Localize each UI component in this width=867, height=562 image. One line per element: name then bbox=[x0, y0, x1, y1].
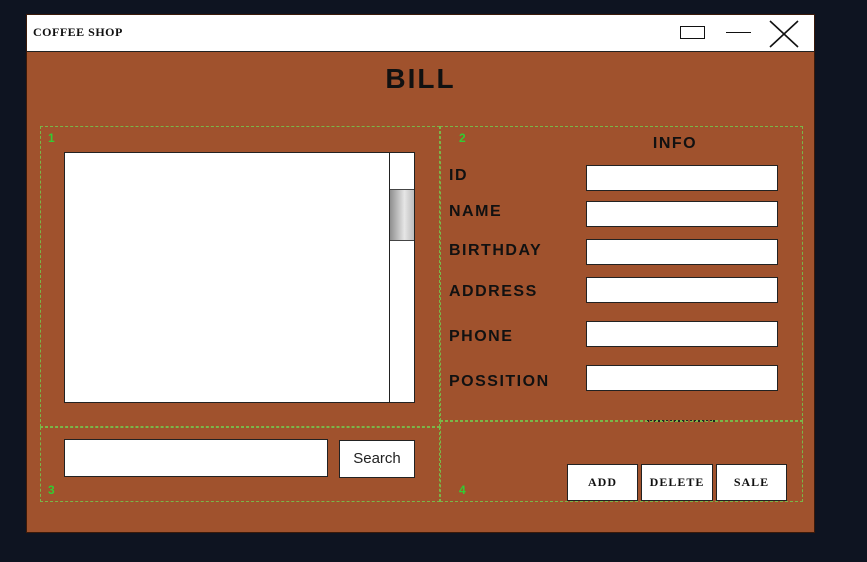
id-field[interactable] bbox=[586, 165, 778, 191]
list-scrollbar[interactable] bbox=[389, 152, 415, 403]
name-field[interactable] bbox=[586, 201, 778, 227]
delete-button[interactable]: DELETE bbox=[641, 464, 713, 501]
search-input[interactable] bbox=[64, 439, 328, 477]
coffee-shop-window: COFFEE SHOP BILL 1 2 INFO ID NAME BIRTHD… bbox=[26, 14, 815, 533]
title-bar: COFFEE SHOP bbox=[27, 15, 814, 52]
region-number-4: 4 bbox=[459, 483, 466, 497]
address-label: ADDRESS bbox=[449, 283, 538, 300]
position-label: POSSITION bbox=[449, 373, 550, 390]
region-number-1: 1 bbox=[48, 131, 55, 145]
page-title: BILL bbox=[385, 63, 456, 94]
position-field[interactable] bbox=[586, 365, 778, 391]
close-icon[interactable] bbox=[769, 20, 799, 48]
maximize-icon[interactable] bbox=[680, 26, 705, 39]
scrollbar-thumb[interactable] bbox=[390, 189, 414, 241]
bill-list[interactable] bbox=[64, 152, 415, 403]
add-button[interactable]: ADD bbox=[567, 464, 638, 501]
address-field[interactable] bbox=[586, 277, 778, 303]
birthday-field[interactable] bbox=[586, 239, 778, 265]
id-label: ID bbox=[449, 167, 468, 184]
minimize-icon[interactable] bbox=[726, 32, 751, 33]
region-number-3: 3 bbox=[48, 483, 55, 497]
search-button[interactable]: Search bbox=[339, 440, 415, 478]
birthday-label: BIRTHDAY bbox=[449, 242, 543, 259]
sale-button[interactable]: SALE bbox=[716, 464, 787, 501]
info-title: INFO bbox=[652, 135, 698, 152]
app-title: COFFEE SHOP bbox=[33, 25, 123, 39]
region-number-2: 2 bbox=[459, 131, 466, 145]
phone-label: PHONE bbox=[449, 328, 514, 345]
phone-field[interactable] bbox=[586, 321, 778, 347]
name-label: NAME bbox=[449, 203, 503, 220]
